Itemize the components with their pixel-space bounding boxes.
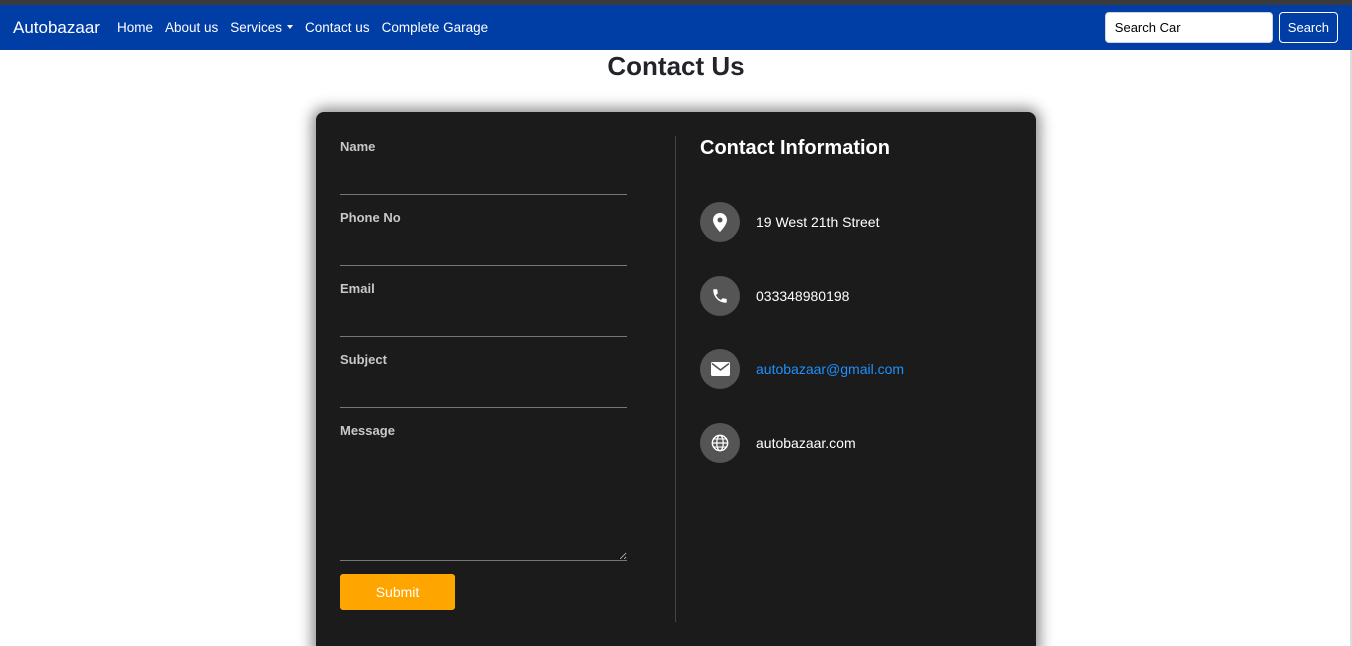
address-row: 19 West 21th Street <box>700 202 879 242</box>
phone-icon <box>700 276 740 316</box>
phone-row: 033348980198 <box>700 276 849 316</box>
globe-icon <box>700 423 740 463</box>
contact-form: Name Phone No Email Subject Message <box>340 136 627 570</box>
envelope-icon <box>700 349 740 389</box>
email-underline <box>340 336 627 337</box>
name-field-group: Name <box>340 136 627 207</box>
email-row: autobazaar@gmail.com <box>700 349 904 389</box>
nav-home[interactable]: Home <box>117 20 153 35</box>
search-form: Search <box>1104 12 1338 43</box>
phone-input[interactable] <box>340 231 627 259</box>
address-text: 19 West 21th Street <box>756 214 880 230</box>
nav-complete-garage[interactable]: Complete Garage <box>382 20 489 35</box>
vertical-divider <box>675 136 676 622</box>
website-text: autobazaar.com <box>756 435 856 451</box>
nav-about[interactable]: About us <box>165 20 218 35</box>
email-label: Email <box>340 281 375 296</box>
search-button[interactable]: Search <box>1278 12 1338 43</box>
message-label: Message <box>340 423 395 438</box>
message-textarea[interactable] <box>340 444 627 561</box>
email-input[interactable] <box>340 302 627 330</box>
map-marker-icon <box>700 202 740 242</box>
name-label: Name <box>340 139 376 154</box>
email-link[interactable]: autobazaar@gmail.com <box>756 361 904 377</box>
phone-underline <box>340 265 627 266</box>
contact-card: Name Phone No Email Subject Message Subm… <box>316 112 1036 646</box>
subject-input[interactable] <box>340 373 627 401</box>
nav-services-dropdown[interactable]: Services <box>230 20 294 35</box>
chevron-down-icon <box>287 25 294 30</box>
navbar: Autobazaar Home About us Services Contac… <box>0 5 1352 50</box>
subject-field-group: Subject <box>340 349 627 420</box>
brand-logo[interactable]: Autobazaar <box>13 18 100 38</box>
submit-button[interactable]: Submit <box>340 574 455 610</box>
phone-label: Phone No <box>340 210 401 225</box>
subject-underline <box>340 407 627 408</box>
page-title: Contact Us <box>607 51 745 81</box>
contact-info-title: Contact Information <box>700 137 890 159</box>
phone-text: 033348980198 <box>756 288 850 304</box>
nav-contact[interactable]: Contact us <box>305 20 370 35</box>
message-field-group: Message <box>340 420 627 570</box>
name-underline <box>340 194 627 195</box>
subject-label: Subject <box>340 352 387 367</box>
website-row: autobazaar.com <box>700 423 856 463</box>
email-field-group: Email <box>340 278 627 349</box>
phone-field-group: Phone No <box>340 207 627 278</box>
name-input[interactable] <box>340 160 627 188</box>
nav-services-label: Services <box>230 20 283 35</box>
search-input[interactable] <box>1104 12 1273 43</box>
contact-information: Contact Information 19 West 21th Street … <box>700 136 1010 463</box>
